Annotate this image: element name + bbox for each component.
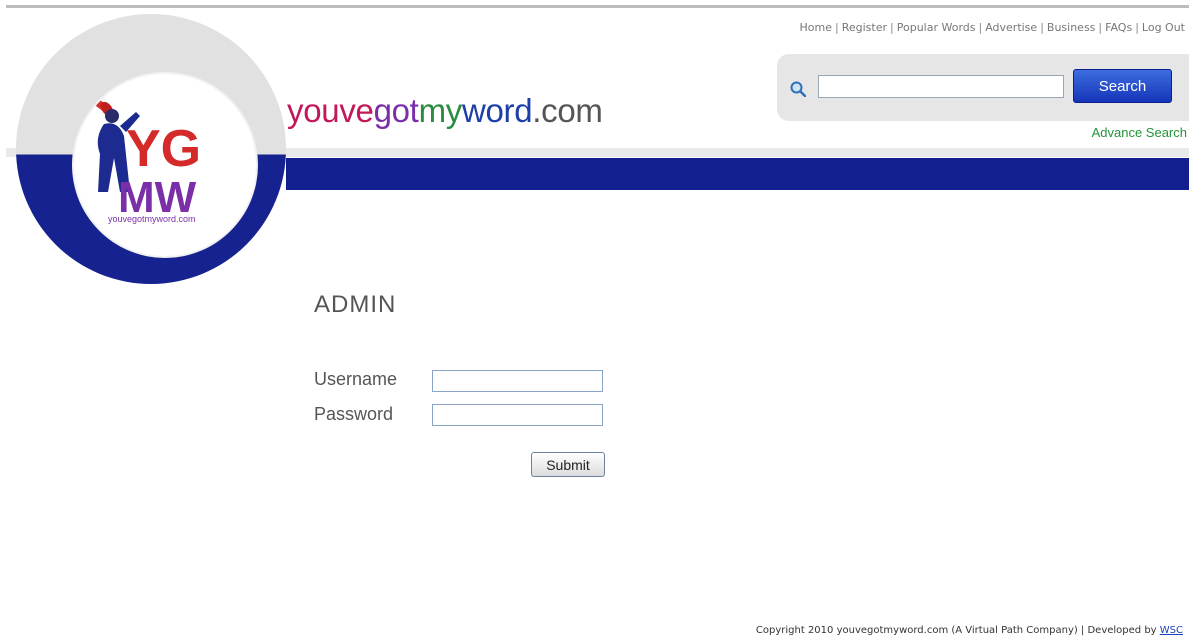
footer-copyright: Copyright 2010 youvegotmyword.com (A Vir… (755, 625, 1160, 636)
search-button[interactable]: Search (1073, 69, 1172, 103)
nav-link-business[interactable]: Business (1047, 21, 1096, 34)
title-part-you: you (287, 92, 340, 129)
site-logo[interactable]: YG MW youvegotmyword.com (16, 14, 286, 284)
search-panel: Search (777, 54, 1189, 121)
title-part-com: .com (532, 92, 603, 129)
logo-badge: YG MW youvegotmyword.com (74, 74, 256, 256)
title-part-my: my (418, 92, 463, 129)
nav-link-home[interactable]: Home (800, 21, 832, 34)
search-input[interactable] (818, 75, 1064, 98)
advance-search-link[interactable]: Advance Search (1092, 125, 1187, 140)
password-label: Password (314, 404, 394, 424)
nav-link-log-out[interactable]: Log Out (1142, 21, 1185, 34)
title-part-got: got (373, 92, 419, 129)
nav-link-advertise[interactable]: Advertise (985, 21, 1037, 34)
top-nav: Home | Register | Popular Words | Advertise | Bu… (800, 21, 1185, 34)
logo-caption: youvegotmyword.com (108, 214, 196, 224)
search-icon (790, 81, 806, 97)
nav-separator: | (890, 21, 894, 34)
footer: Copyright 2010 youvegotmyword.com (A Vir… (756, 625, 1183, 636)
logo-letters-top: YG (126, 120, 201, 178)
nav-link-faqs[interactable]: FAQs (1105, 21, 1132, 34)
page-title: ADMIN (314, 291, 397, 318)
nav-link-popular-words[interactable]: Popular Words (897, 21, 976, 34)
nav-link-register[interactable]: Register (842, 21, 887, 34)
password-field[interactable] (432, 404, 603, 426)
nav-separator: | (1135, 21, 1139, 34)
site-title[interactable]: youvegotmyword.com (287, 94, 603, 127)
header-blue-band (286, 158, 1189, 190)
top-rule (6, 5, 1189, 8)
footer-developer-link[interactable]: WSC (1160, 625, 1183, 636)
username-field[interactable] (432, 370, 603, 392)
logo-graphic: YG MW youvegotmyword.com (82, 85, 201, 224)
nav-separator: | (978, 21, 983, 34)
nav-separator: | (835, 21, 839, 34)
nav-separator: | (1040, 21, 1044, 34)
title-part-ve: ve (339, 92, 374, 129)
submit-button[interactable]: Submit (531, 452, 605, 477)
username-label: Username (314, 369, 398, 389)
title-part-word: word (461, 92, 533, 129)
nav-separator: | (1098, 21, 1103, 34)
